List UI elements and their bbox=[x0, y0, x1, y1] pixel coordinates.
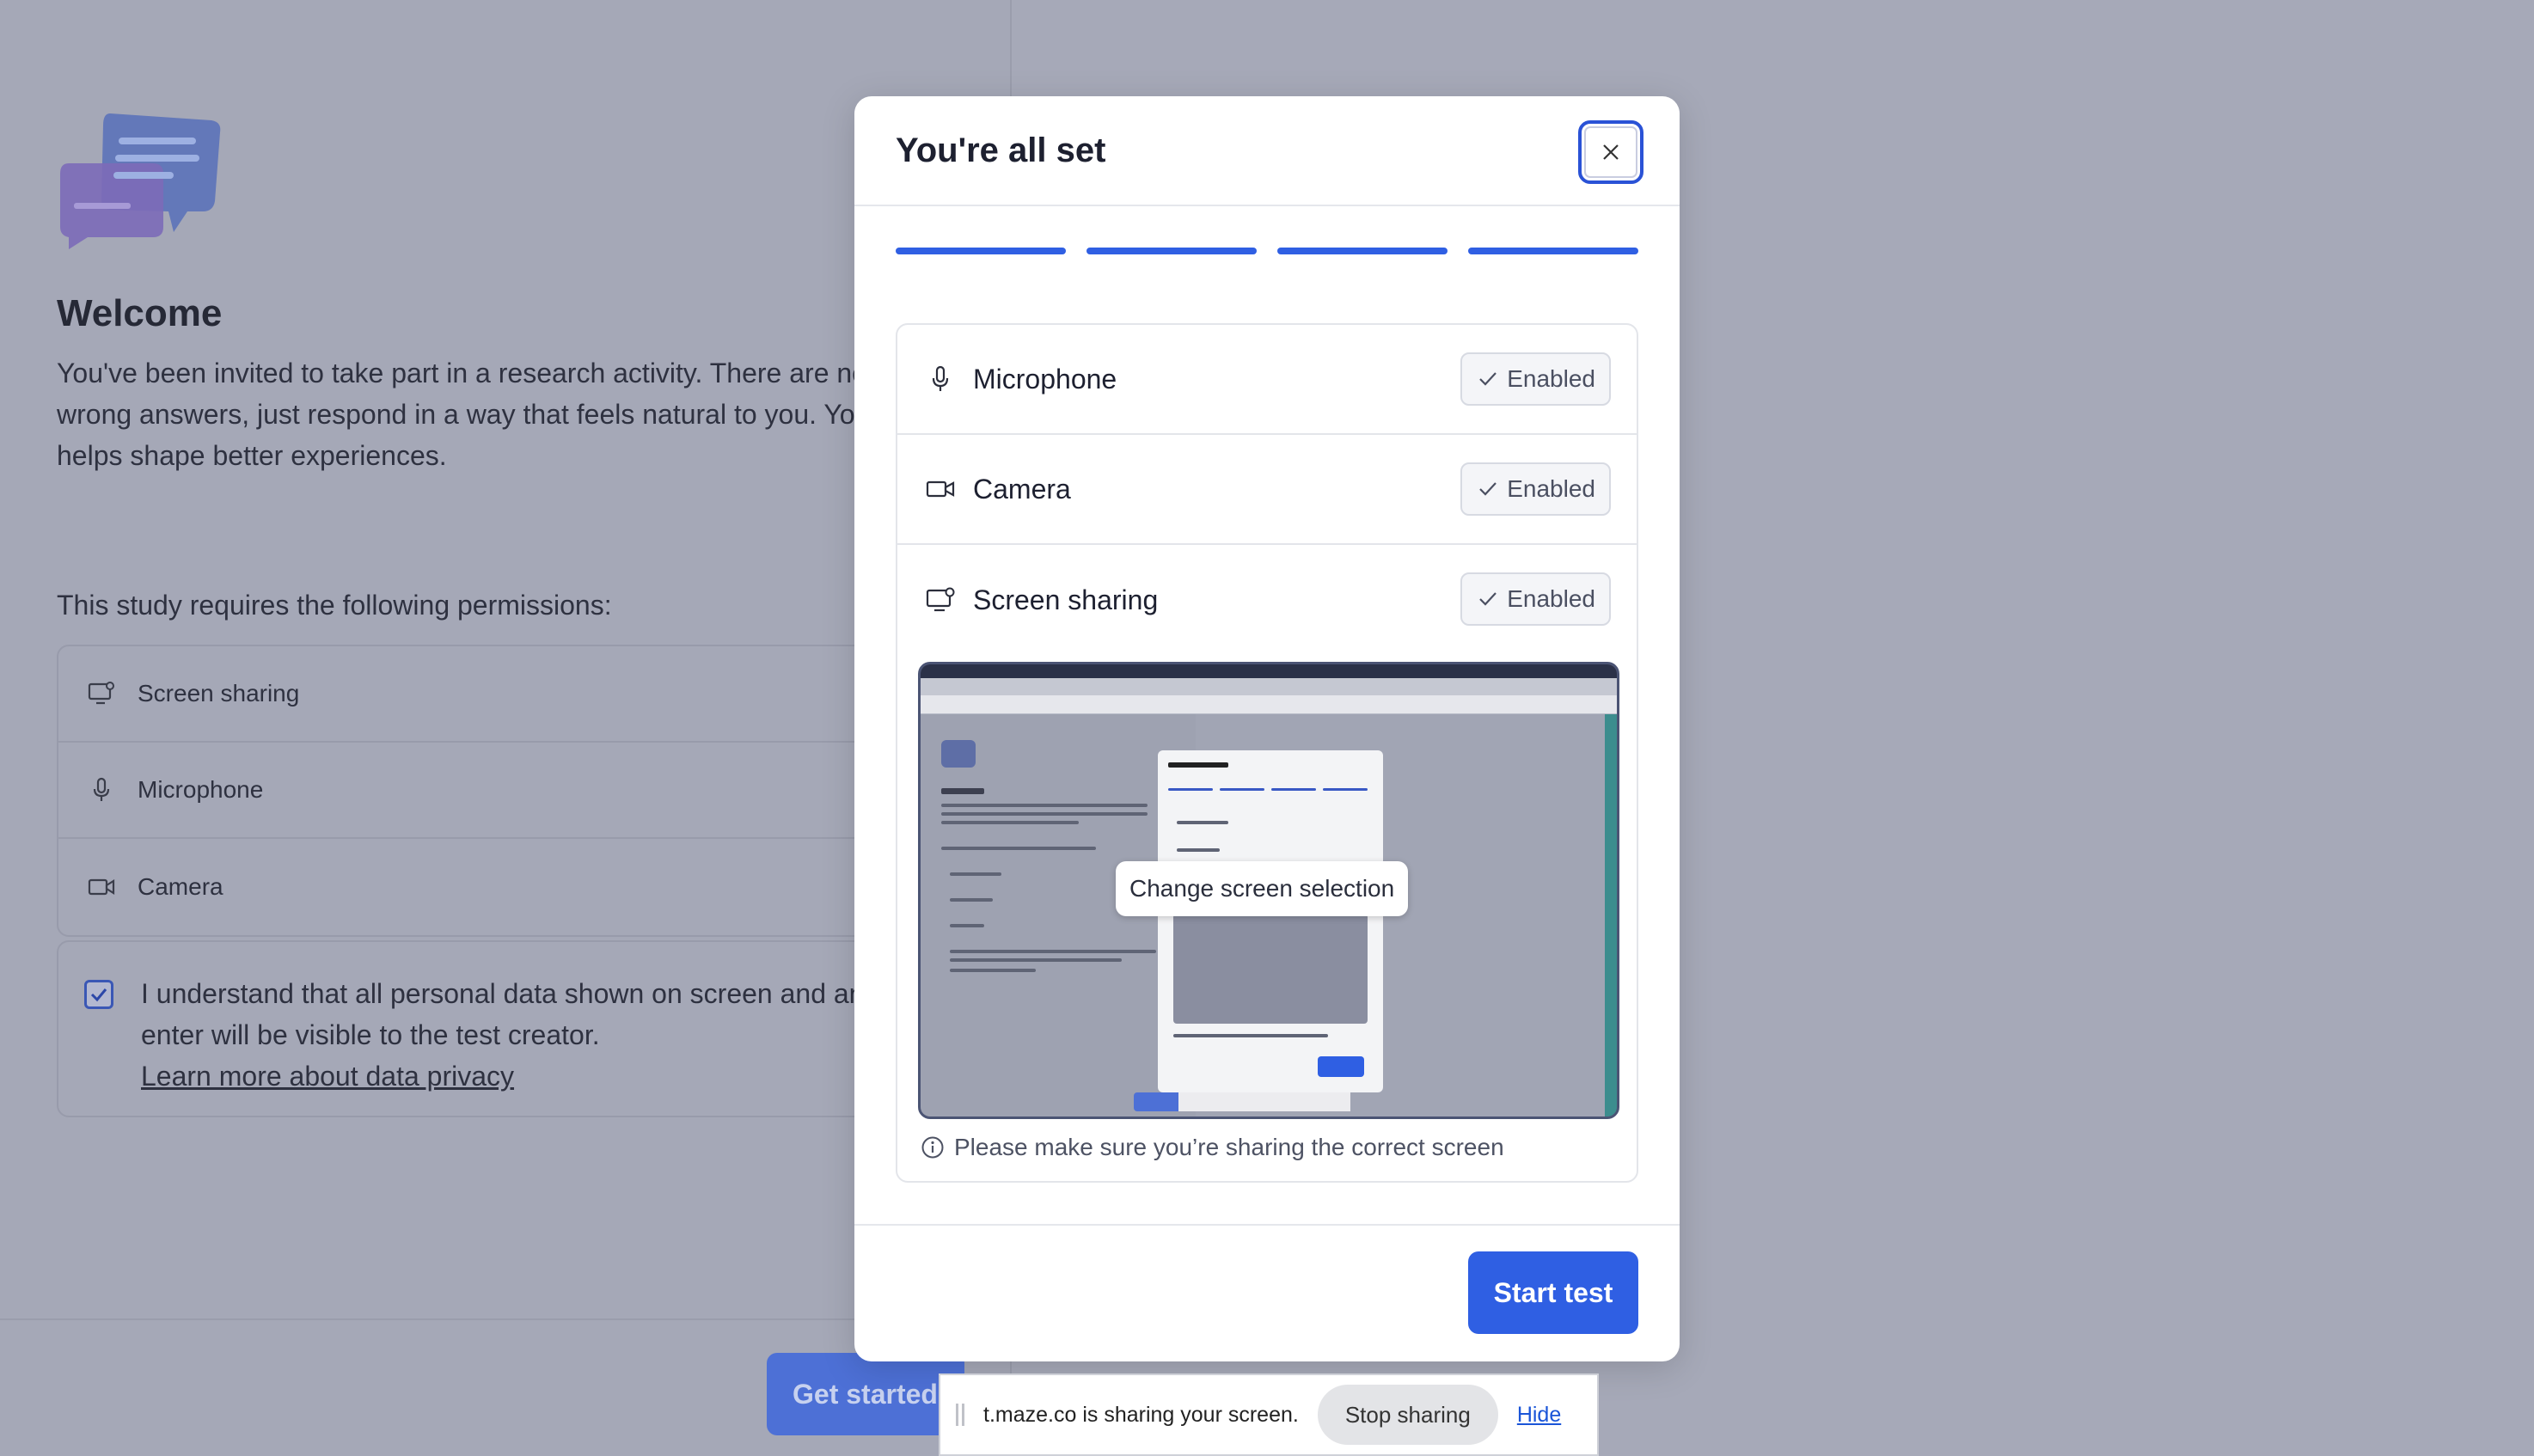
progress-step bbox=[896, 248, 1066, 254]
permission-label: Camera bbox=[973, 473, 1071, 505]
permissions-card: Microphone Enabled Camera Enabled Screen… bbox=[896, 323, 1638, 1183]
permission-row-microphone: Microphone Enabled bbox=[897, 325, 1637, 435]
preview-bar bbox=[1271, 788, 1316, 791]
close-button[interactable] bbox=[1578, 120, 1643, 184]
permission-label: Screen sharing bbox=[138, 680, 300, 707]
hint-text: Please make sure you’re sharing the corr… bbox=[954, 1134, 1504, 1160]
drag-handle-icon[interactable] bbox=[956, 1404, 964, 1426]
welcome-title: Welcome bbox=[57, 292, 223, 334]
permission-label: Screen sharing bbox=[973, 584, 1159, 615]
progress-step bbox=[1086, 248, 1257, 254]
screen-share-icon bbox=[84, 676, 119, 711]
preview-line bbox=[950, 950, 1156, 953]
check-icon bbox=[1479, 592, 1497, 606]
preview-line bbox=[1177, 821, 1228, 824]
permission-label: Microphone bbox=[973, 363, 1117, 395]
close-icon bbox=[1603, 144, 1619, 160]
data-privacy-link[interactable]: Learn more about data privacy bbox=[141, 1061, 514, 1092]
preview-line bbox=[950, 924, 984, 927]
stop-sharing-button[interactable]: Stop sharing bbox=[1317, 1385, 1498, 1445]
preview-tabstrip bbox=[921, 678, 1617, 695]
permissions-intro: This study requires the following permis… bbox=[57, 590, 612, 621]
change-screen-selection-button[interactable]: Change screen selection bbox=[1116, 861, 1409, 916]
status-badge: Enabled bbox=[1460, 462, 1611, 516]
hide-link[interactable]: Hide bbox=[1517, 1403, 1561, 1428]
preview-start bbox=[1318, 1056, 1364, 1077]
preview-line bbox=[941, 812, 1148, 816]
check-icon bbox=[1479, 372, 1497, 386]
permissions-modal: You're all set Microphone Enabled Camera bbox=[854, 96, 1680, 1361]
info-icon bbox=[918, 1133, 947, 1162]
preview-sharebar bbox=[1178, 1092, 1350, 1111]
welcome-text: You've been invited to take part in a re… bbox=[57, 358, 961, 471]
preview-inner bbox=[1173, 914, 1368, 1024]
camera-icon bbox=[923, 472, 958, 506]
sharing-message: t.maze.co is sharing your screen. bbox=[983, 1402, 1299, 1427]
sharing-hint: Please make sure you’re sharing the corr… bbox=[918, 1133, 1504, 1162]
status-badge: Enabled bbox=[1460, 572, 1611, 626]
microphone-icon bbox=[84, 773, 119, 807]
status-text: Enabled bbox=[1507, 585, 1595, 612]
preview-line bbox=[950, 969, 1036, 972]
preview-bar bbox=[1220, 788, 1264, 791]
preview-line bbox=[950, 872, 1001, 876]
preview-line bbox=[1173, 1034, 1328, 1037]
screen-sharing-bar: t.maze.co is sharing your screen. Stop s… bbox=[939, 1373, 1599, 1456]
screen-share-icon bbox=[923, 583, 958, 617]
preview-logo bbox=[941, 740, 976, 768]
preview-bar bbox=[1168, 788, 1213, 791]
preview-line bbox=[950, 958, 1122, 962]
permission-row-screen-sharing: Screen sharing Enabled bbox=[897, 545, 1637, 655]
microphone-icon bbox=[923, 362, 958, 396]
start-test-button[interactable]: Start test bbox=[1468, 1251, 1638, 1334]
permission-row-camera: Camera Enabled bbox=[897, 435, 1637, 545]
preview-line bbox=[941, 788, 984, 794]
get-started-button[interactable]: Get started bbox=[767, 1353, 964, 1435]
check-icon bbox=[1479, 482, 1497, 496]
modal-title: You're all set bbox=[896, 131, 1106, 169]
progress-steps bbox=[896, 248, 1638, 254]
modal-footer-divider bbox=[854, 1224, 1680, 1226]
preview-line bbox=[941, 821, 1079, 824]
status-text: Enabled bbox=[1507, 475, 1595, 502]
consent-checkbox[interactable] bbox=[84, 980, 113, 1009]
preview-edge bbox=[1605, 714, 1617, 1116]
camera-icon bbox=[84, 870, 119, 904]
chat-bubbles-logo bbox=[60, 113, 221, 249]
progress-step bbox=[1468, 248, 1638, 254]
status-badge: Enabled bbox=[1460, 352, 1611, 406]
permission-label: Camera bbox=[138, 873, 223, 900]
preview-line bbox=[941, 804, 1148, 807]
preview-menubar bbox=[921, 664, 1617, 678]
status-text: Enabled bbox=[1507, 365, 1595, 392]
preview-line bbox=[950, 898, 993, 902]
progress-step bbox=[1277, 248, 1448, 254]
preview-modal bbox=[1158, 750, 1383, 1092]
modal-header: You're all set bbox=[854, 96, 1680, 206]
preview-bar bbox=[1323, 788, 1368, 791]
preview-line bbox=[941, 847, 1096, 850]
permission-label: Microphone bbox=[138, 776, 264, 803]
preview-addressbar bbox=[921, 695, 1617, 714]
preview-button bbox=[1134, 1092, 1185, 1111]
screen-preview[interactable]: Change screen selection bbox=[918, 662, 1619, 1119]
preview-line bbox=[1177, 848, 1220, 852]
preview-line bbox=[1168, 762, 1228, 768]
